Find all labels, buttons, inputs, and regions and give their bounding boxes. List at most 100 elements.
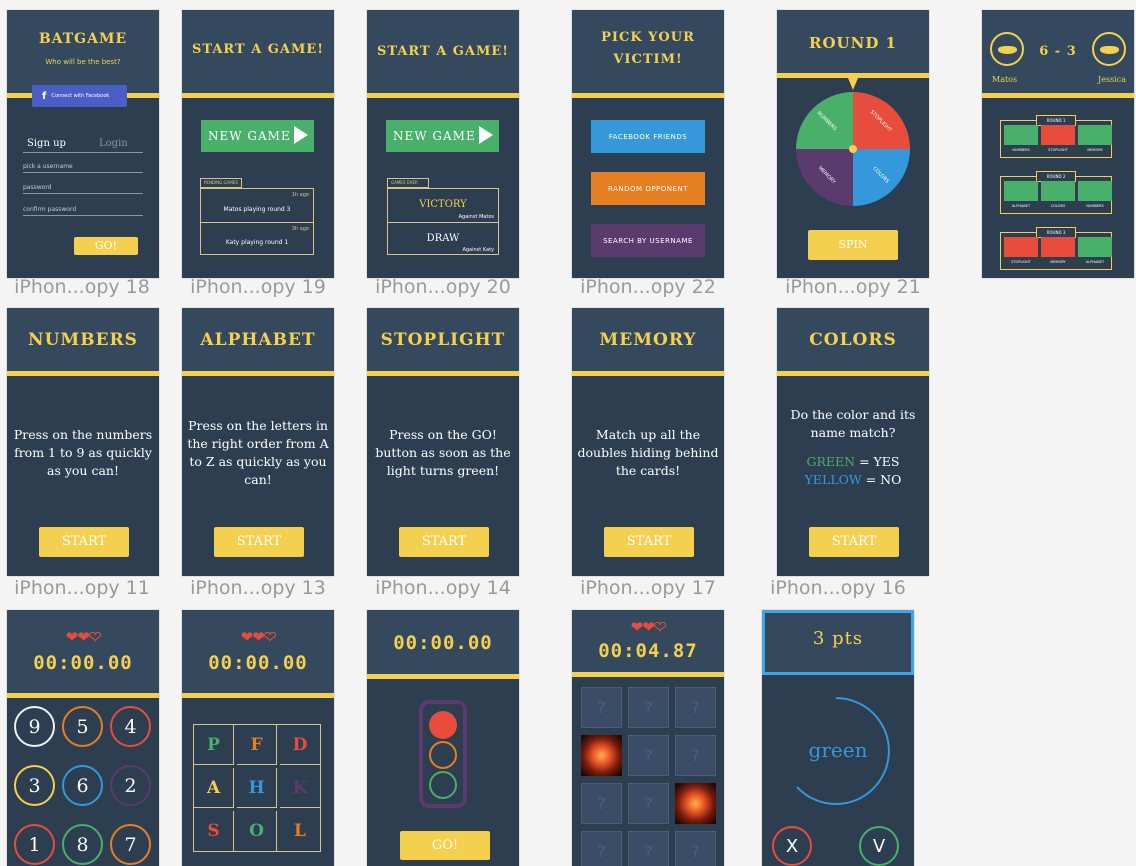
divider <box>7 693 159 698</box>
hidden-card[interactable]: ? <box>628 687 669 728</box>
pending-games-panel: 1h ago Matos playing round 3 3h ago Katy… <box>200 188 314 255</box>
start-button[interactable]: START <box>809 527 899 557</box>
header <box>7 10 159 93</box>
hidden-card[interactable]: ? <box>628 831 669 866</box>
round-result-cell <box>1078 237 1112 257</box>
round-game-label: NUMBERS <box>1012 148 1030 152</box>
artboard-caption: iPhon...opy 14 <box>375 577 511 599</box>
game-title: STOPLIGHT <box>380 330 506 350</box>
start-button[interactable]: START <box>399 527 489 557</box>
artboard-memory-game: ❤❤❤ 00:04.87 ?????????? <box>572 610 724 866</box>
game-time: 1h ago <box>291 192 309 198</box>
divider <box>7 371 159 376</box>
round-game-label: ALPHABET <box>1011 204 1031 208</box>
hidden-card[interactable]: ? <box>675 735 716 776</box>
number-button[interactable]: 9 <box>14 706 55 747</box>
confirm-password-field[interactable]: confirm password <box>23 206 143 216</box>
number-button[interactable]: 1 <box>14 824 55 865</box>
page-title-line2: VICTIM! <box>613 52 683 67</box>
tab-underline <box>23 152 143 153</box>
hidden-card[interactable]: ? <box>628 735 669 776</box>
letter-button[interactable]: O <box>237 811 277 851</box>
round-game-label: NUMBERS <box>1086 204 1104 208</box>
start-button[interactable]: START <box>214 527 304 557</box>
hidden-card[interactable]: ? <box>675 831 716 866</box>
game-result[interactable]: DRAW <box>388 233 498 244</box>
spin-wheel[interactable]: NUMBERS STOPLIGHT COLORS MEMORY <box>796 92 910 206</box>
game-timer: 00:04.87 <box>598 640 698 662</box>
artboard-caption: iPhon...opy 22 <box>580 276 716 298</box>
login-tab[interactable]: Login <box>99 138 128 149</box>
password-field[interactable]: password <box>23 184 143 194</box>
revealed-card-image[interactable] <box>581 735 622 776</box>
go-button[interactable]: GO! <box>74 237 138 255</box>
yes-button[interactable]: V <box>859 826 899 866</box>
username-field[interactable]: pick a username <box>23 163 143 173</box>
hidden-card[interactable]: ? <box>581 783 622 824</box>
random-opponent-button[interactable]: RANDOM OPPONENT <box>591 172 705 205</box>
round-game-label: MEMORY <box>1087 148 1103 152</box>
letter-button[interactable]: L <box>280 811 320 851</box>
round-game-label: COLORS <box>1050 204 1066 208</box>
number-button[interactable]: 5 <box>62 706 103 747</box>
artboard-scoreboard: 6 - 3 Matos Jessica ROUND 1 NUMBERS STOPLI… <box>982 10 1134 278</box>
spin-button[interactable]: SPIN <box>808 230 898 260</box>
hidden-card[interactable]: ? <box>581 687 622 728</box>
artboard-numbers-game: ❤❤❤ 00:00.00 954 362 187 <box>7 610 159 866</box>
number-button[interactable]: 4 <box>110 706 151 747</box>
pending-game-item[interactable]: Katy playing round 1 <box>201 239 313 246</box>
start-button[interactable]: START <box>39 527 129 557</box>
artboard-caption: iPhon...opy 19 <box>190 276 326 298</box>
game-time: 3h ago <box>291 226 309 232</box>
go-button[interactable]: GO! <box>400 831 490 860</box>
lives-hearts: ❤❤❤ <box>240 628 277 647</box>
start-button[interactable]: START <box>604 527 694 557</box>
number-button[interactable]: 6 <box>62 765 103 806</box>
letter-button[interactable]: P <box>194 725 234 765</box>
number-button[interactable]: 2 <box>110 765 151 806</box>
game-result[interactable]: VICTORY <box>388 199 498 210</box>
round-result-cell <box>1004 181 1038 201</box>
yes-text: = YES <box>859 454 900 469</box>
letter-button[interactable]: F <box>237 725 277 765</box>
pending-game-item[interactable]: Matos playing round 3 <box>201 206 313 213</box>
new-game-button[interactable]: NEW GAME <box>201 120 314 152</box>
letter-button[interactable]: A <box>194 768 234 808</box>
divider <box>182 693 334 698</box>
letter-button[interactable]: H <box>237 768 277 808</box>
facebook-friends-button[interactable]: FACEBOOK FRIENDS <box>591 120 705 153</box>
lives-hearts: ❤❤❤ <box>65 628 102 647</box>
letter-button[interactable]: S <box>194 811 234 851</box>
artboard-alphabet-game: ❤❤❤ 00:00.00 PFD AHK SOL <box>182 610 334 866</box>
round-result-cell <box>1041 181 1075 201</box>
round-result-cell <box>1004 125 1038 145</box>
letter-button[interactable]: D <box>280 725 320 765</box>
artboard-start-pending: START A GAME! NEW GAME PENDING GAMES 1h … <box>182 10 334 278</box>
new-game-button[interactable]: NEW GAME <box>386 120 499 152</box>
game-timer: 00:00.00 <box>393 632 493 654</box>
facebook-connect-button[interactable]: f Connect with Facebook <box>32 85 127 107</box>
play-icon <box>479 126 493 144</box>
game-timer: 00:00.00 <box>208 652 308 674</box>
separator <box>201 222 313 223</box>
divider <box>982 93 1134 98</box>
hidden-card[interactable]: ? <box>581 831 622 866</box>
letter-button[interactable]: K <box>280 768 320 808</box>
artboard-instructions-alphabet: ALPHABET Press on the letters in the righ… <box>182 308 334 576</box>
search-username-button[interactable]: SEARCH BY USERNAME <box>591 224 705 257</box>
revealed-card-image[interactable] <box>675 783 716 824</box>
app-subtitle: Who will be the best? <box>45 58 121 66</box>
number-button[interactable]: 3 <box>14 765 55 806</box>
no-text: = NO <box>865 472 902 487</box>
app-title: BATGAME <box>38 31 128 47</box>
hidden-card[interactable]: ? <box>628 783 669 824</box>
game-title: COLORS <box>809 330 897 350</box>
page-title: START A GAME! <box>376 44 510 59</box>
number-button[interactable]: 7 <box>110 824 151 865</box>
artboard-start-over: START A GAME! NEW GAME GAMES OVER VICTOR… <box>367 10 519 278</box>
hidden-card[interactable]: ? <box>675 687 716 728</box>
signup-tab[interactable]: Sign up <box>27 138 66 149</box>
number-button[interactable]: 8 <box>62 824 103 865</box>
no-button[interactable]: X <box>772 826 812 866</box>
artboard-caption: iPhon...opy 16 <box>770 577 906 599</box>
